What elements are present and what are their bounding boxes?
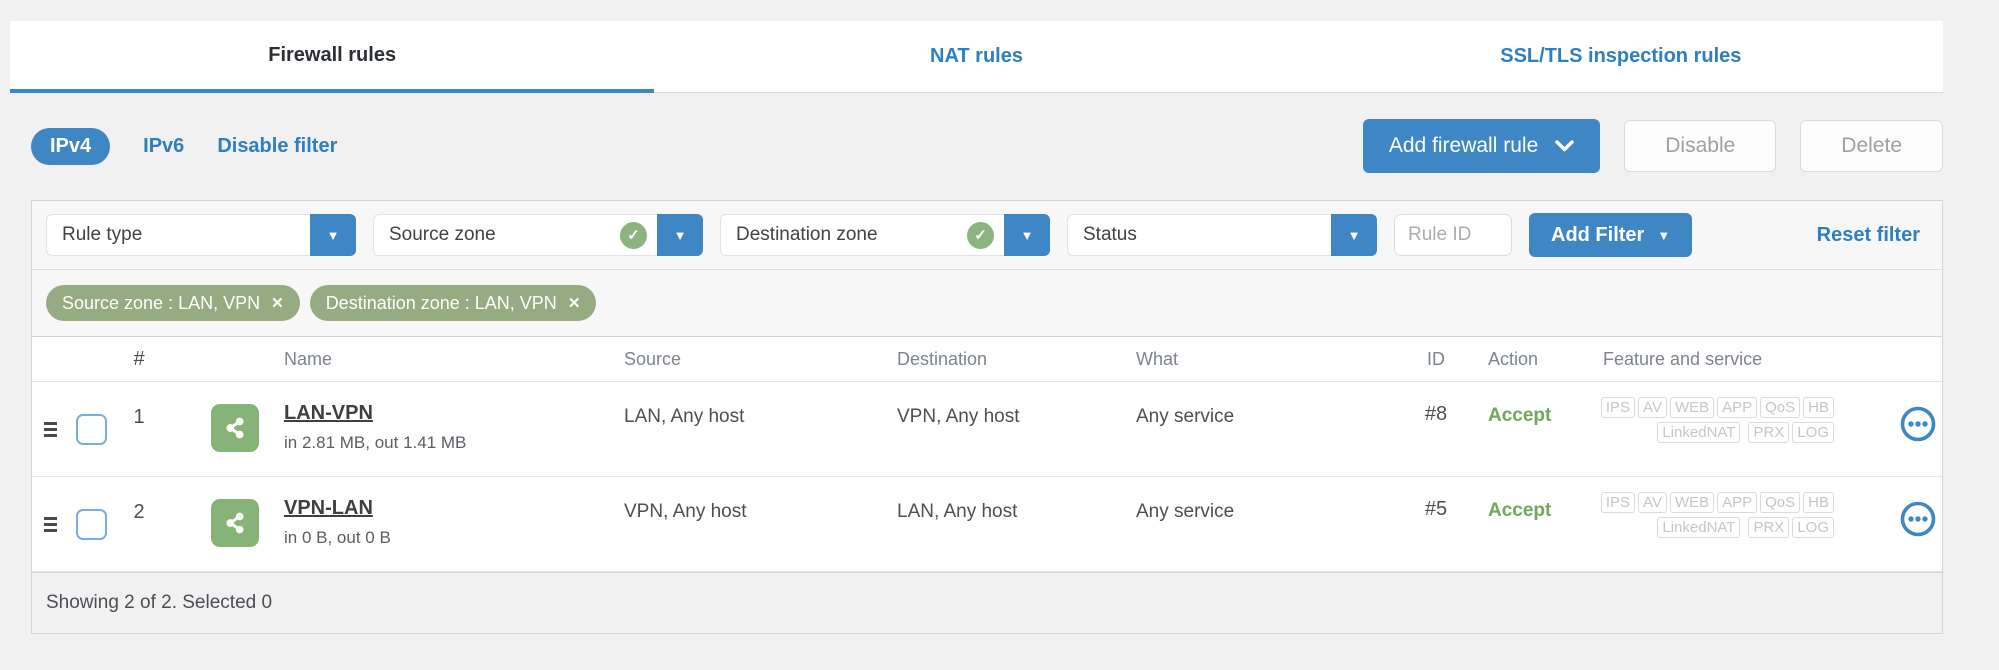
source-zone-label: Source zone: [389, 224, 496, 245]
status-dropdown-arrow-icon[interactable]: ▼: [1331, 214, 1377, 256]
badge-hb: HB: [1803, 492, 1834, 513]
status-dropdown[interactable]: Status ▼: [1067, 214, 1377, 256]
rule-name-link[interactable]: VPN-LAN: [284, 497, 624, 520]
row-number: 2: [133, 501, 145, 523]
cell-rule-id: #8: [1424, 403, 1448, 425]
action-status: Accept: [1488, 405, 1552, 426]
chip-source-zone-close-icon[interactable]: ✕: [271, 294, 284, 312]
row-number: 1: [133, 406, 145, 428]
firewall-rules-panel: Rule type ▼ Source zone ✓ ▼ Destination …: [31, 200, 1943, 634]
badge-app: APP: [1717, 492, 1758, 513]
rule-type-dropdown-arrow-icon[interactable]: ▼: [310, 214, 356, 256]
delete-button[interactable]: Delete: [1800, 120, 1943, 172]
source-zone-applied-check-icon: ✓: [620, 221, 647, 249]
row-checkbox[interactable]: [75, 413, 107, 445]
table-row: 2 VPN-LAN in 0 B, out 0 B VPN, Any host …: [32, 477, 1942, 572]
table-footer: Showing 2 of 2. Selected 0: [32, 572, 1942, 633]
tab-ssl-tls-rules[interactable]: SSL/TLS inspection rules: [1298, 21, 1943, 93]
drag-handle-icon[interactable]: [43, 516, 57, 532]
rule-name-link[interactable]: LAN-VPN: [284, 402, 624, 425]
badge-av: AV: [1638, 397, 1667, 418]
badge-log: LOG: [1792, 422, 1834, 443]
source-zone-dropdown-arrow-icon[interactable]: ▼: [657, 214, 703, 256]
badge-av: AV: [1638, 492, 1667, 513]
cell-destination: LAN, Any host: [897, 501, 1018, 522]
ipv4-toggle[interactable]: IPv4: [31, 127, 111, 165]
rule-type-label: Rule type: [62, 224, 143, 245]
header-action: Action: [1488, 348, 1539, 369]
row-menu-ellipsis-icon[interactable]: [1898, 406, 1938, 448]
badge-web: WEB: [1669, 397, 1715, 418]
tab-firewall-rules[interactable]: Firewall rules: [10, 21, 655, 93]
header-what: What: [1136, 348, 1179, 369]
showing-summary: Showing 2 of 2. Selected 0: [46, 592, 273, 613]
badge-hb: HB: [1803, 397, 1834, 418]
disable-filter-link[interactable]: Disable filter: [217, 135, 337, 158]
add-filter-button[interactable]: Add Filter ▼: [1529, 213, 1693, 257]
tab-nat-rules[interactable]: NAT rules: [654, 21, 1299, 93]
chip-source-zone: Source zone : LAN, VPN ✕: [46, 285, 300, 321]
add-filter-arrow-icon: ▼: [1657, 227, 1671, 243]
rule-type-dropdown[interactable]: Rule type ▼: [46, 214, 356, 256]
feature-badges: IPS AV WEB APP QoS HB LinkedNAT PRX LOG: [1588, 382, 1834, 476]
badge-log: LOG: [1792, 517, 1834, 538]
rule-traffic-stats: in 0 B, out 0 B: [284, 528, 391, 547]
badge-web: WEB: [1669, 492, 1715, 513]
row-menu-ellipsis-icon[interactable]: [1898, 501, 1938, 543]
reset-filter-link[interactable]: Reset filter: [1817, 224, 1928, 247]
badge-qos: QoS: [1760, 492, 1801, 513]
share-rule-icon: [211, 499, 259, 547]
ipv6-toggle[interactable]: IPv6: [143, 135, 184, 158]
header-feature-service: Feature and service: [1603, 348, 1763, 369]
cell-what: Any service: [1136, 406, 1235, 427]
cell-source: LAN, Any host: [624, 406, 745, 427]
badge-prx: PRX: [1748, 517, 1790, 538]
toolbar: IPv4 IPv6 Disable filter Add firewall ru…: [31, 115, 1943, 177]
chip-destination-zone-label: Destination zone : LAN, VPN: [325, 292, 557, 313]
chip-source-zone-label: Source zone : LAN, VPN: [62, 292, 261, 313]
destination-zone-dropdown-arrow-icon[interactable]: ▼: [1004, 214, 1050, 256]
destination-zone-dropdown[interactable]: Destination zone ✓ ▼: [720, 214, 1050, 256]
cell-source: VPN, Any host: [624, 501, 747, 522]
share-rule-icon: [211, 404, 259, 452]
action-status: Accept: [1488, 500, 1552, 521]
cell-what: Any service: [1136, 501, 1235, 522]
destination-zone-label: Destination zone: [736, 224, 878, 245]
badge-qos: QoS: [1760, 397, 1801, 418]
cell-rule-id: #5: [1424, 498, 1448, 520]
header-destination: Destination: [897, 348, 988, 369]
badge-linkednat: LinkedNAT: [1657, 422, 1741, 443]
header-id: ID: [1427, 348, 1445, 369]
rule-id-input[interactable]: [1394, 214, 1512, 256]
chevron-down-icon: [1555, 134, 1574, 158]
source-zone-dropdown[interactable]: Source zone ✓ ▼: [373, 214, 703, 256]
disable-button[interactable]: Disable: [1624, 120, 1777, 172]
header-num: #: [133, 347, 145, 370]
badge-linkednat: LinkedNAT: [1657, 517, 1741, 538]
header-name: Name: [284, 348, 333, 369]
add-firewall-rule-button[interactable]: Add firewall rule: [1362, 119, 1601, 173]
destination-zone-applied-check-icon: ✓: [967, 221, 994, 249]
drag-handle-icon[interactable]: [43, 421, 57, 437]
badge-ips: IPS: [1600, 492, 1636, 513]
header-source: Source: [624, 348, 682, 369]
feature-badges: IPS AV WEB APP QoS HB LinkedNAT PRX LOG: [1588, 477, 1834, 571]
badge-app: APP: [1717, 397, 1758, 418]
status-label: Status: [1083, 224, 1137, 245]
cell-destination: VPN, Any host: [897, 406, 1020, 427]
rule-traffic-stats: in 2.81 MB, out 1.41 MB: [284, 433, 467, 452]
chip-destination-zone: Destination zone : LAN, VPN ✕: [309, 285, 597, 321]
tab-bar: Firewall rules NAT rules SSL/TLS inspect…: [10, 21, 1943, 93]
chip-destination-zone-close-icon[interactable]: ✕: [568, 294, 581, 312]
active-filter-chips: Source zone : LAN, VPN ✕ Destination zon…: [32, 269, 1942, 337]
add-firewall-rule-label: Add firewall rule: [1388, 134, 1539, 157]
table-row: 1 LAN-VPN in 2.81 MB, out 1.41 MB LAN, A…: [32, 382, 1942, 477]
filter-bar: Rule type ▼ Source zone ✓ ▼ Destination …: [32, 201, 1942, 269]
badge-ips: IPS: [1600, 397, 1636, 418]
row-checkbox[interactable]: [75, 508, 107, 540]
table-header: # Name Source Destination What ID Action…: [32, 337, 1942, 382]
add-filter-label: Add Filter: [1551, 223, 1645, 246]
badge-prx: PRX: [1748, 422, 1790, 443]
